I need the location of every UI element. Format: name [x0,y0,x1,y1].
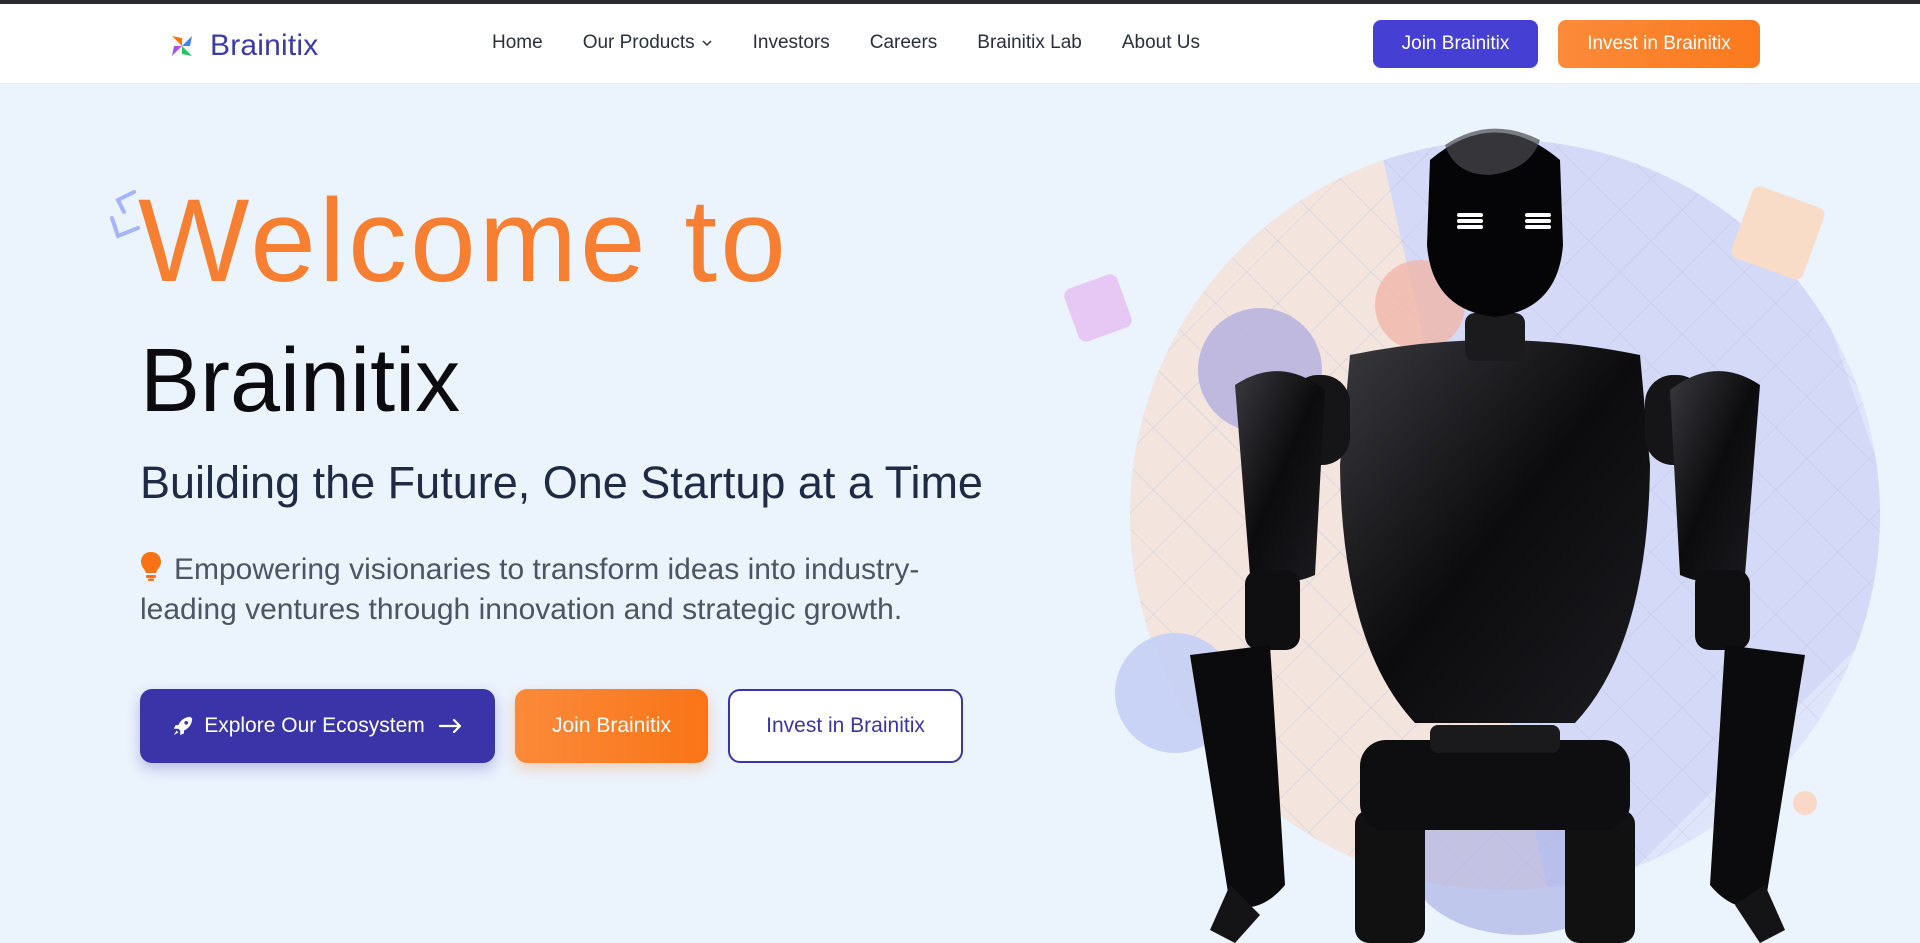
site-header: Brainitix Home Our Products Investors Ca… [0,4,1920,84]
header-invest-button[interactable]: Invest in Brainitix [1558,20,1760,68]
nav-home-label: Home [492,32,543,53]
logo[interactable]: Brainitix [168,26,319,66]
nav-our-products[interactable]: Our Products [583,32,713,54]
explore-ecosystem-button[interactable]: Explore Our Ecosystem [140,689,495,763]
nav-investors-label: Investors [752,32,830,53]
logo-text: Brainitix [210,29,319,62]
nav-about-us[interactable]: About Us [1122,32,1200,54]
hero-subtitle: Building the Future, One Startup at a Ti… [140,457,983,508]
nav-careers[interactable]: Careers [870,32,938,54]
nav-brainitix-lab[interactable]: Brainitix Lab [977,32,1082,54]
pinwheel-logo-icon [172,36,192,56]
rocket-icon [174,716,193,736]
hero-brand: Brainitix [140,331,461,431]
robot-hero-illustration [1064,128,1880,943]
hero-welcome: Welcome to [138,175,789,307]
nav-our-products-label: Our Products [582,32,695,53]
nav-careers-label: Careers [869,32,938,53]
hero-join-button[interactable]: Join Brainitix [515,689,708,763]
nav-brainitix-lab-label: Brainitix Lab [977,32,1082,53]
arrow-right-icon [438,718,461,734]
chevron-down-icon [702,40,712,47]
nav-investors[interactable]: Investors [753,32,830,54]
lightbulb-icon [141,552,161,581]
main-nav: Home Our Products Investors Careers Brai… [492,32,1240,54]
hero-description-text: Empowering visionaries to transform idea… [140,553,920,626]
header-join-button[interactable]: Join Brainitix [1373,20,1538,68]
nav-home[interactable]: Home [492,32,543,54]
nav-about-us-label: About Us [1121,32,1201,53]
hero-invest-button[interactable]: Invest in Brainitix [728,689,963,763]
explore-ecosystem-label: Explore Our Ecosystem [204,714,425,737]
hero-description: Empowering visionaries to transform idea… [140,550,970,630]
